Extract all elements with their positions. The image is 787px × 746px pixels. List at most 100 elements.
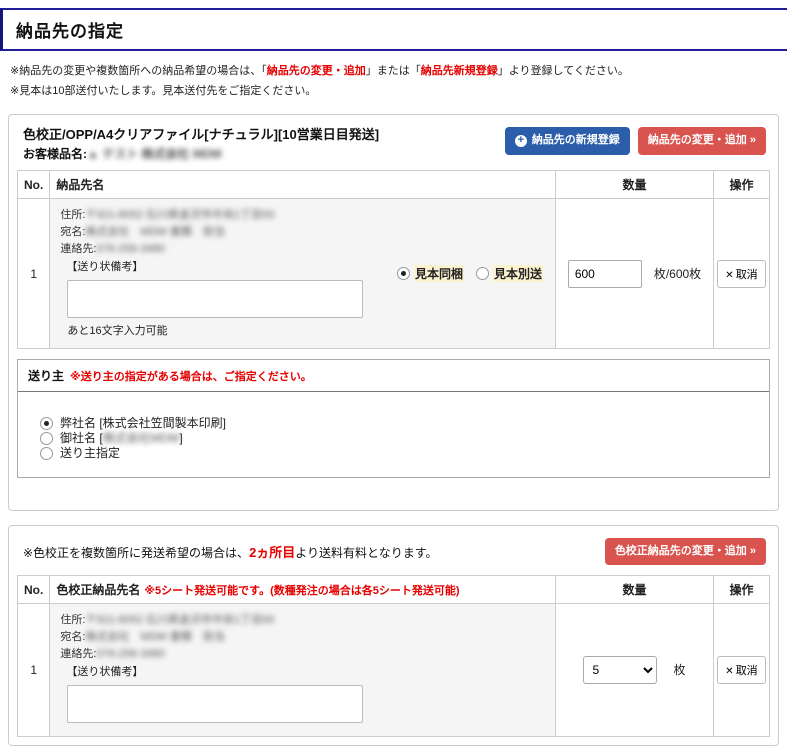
operation-cell: ✕取消: [714, 604, 770, 737]
sender-option-label: 御社名 [株式会社MDM]: [60, 431, 183, 446]
sender-option-text: 御社名 [: [60, 431, 103, 445]
sample-bundle-option[interactable]: 見本同梱: [397, 265, 464, 282]
new-delivery-register-button[interactable]: + 納品先の新規登録: [505, 127, 630, 155]
contact-label: 連絡先:: [60, 243, 96, 255]
proof-note-row: ※色校正を複数箇所に発送希望の場合は、2ヵ所目より送料有料となります。 色校正納…: [17, 534, 770, 575]
note-text: 」より登録してください。: [498, 65, 629, 77]
sender-option-our-company[interactable]: 弊社名 [株式会社笠間製本印刷]: [40, 416, 759, 431]
customer-name-line: お客様品名:▲ テスト 株式会社 MDM: [23, 145, 379, 162]
address-line: 住所:〒921-8052 石川県金沢市中央1丁目93: [60, 612, 549, 629]
header-destination-name: 納品先名: [50, 171, 556, 199]
contact-value: 076-256-3480: [96, 648, 165, 660]
sender-option-text: ]: [179, 431, 182, 445]
sender-option-label: 弊社名 [株式会社笠間製本印刷]: [60, 416, 226, 431]
address-value: 〒921-8052 石川県金沢市中央1丁目93: [85, 614, 274, 626]
page: 納品先の指定 ※納品先の変更や複数箇所への納品希望の場合は、「納品先の変更・追加…: [0, 8, 787, 746]
note-line-1: ※納品先の変更や複数箇所への納品希望の場合は、「納品先の変更・追加」または「納品…: [10, 61, 779, 81]
proof-destination-title: 色校正納品先名: [56, 583, 140, 597]
note-text: 」または「: [366, 65, 421, 77]
proof-note-text: ※色校正を複数箇所に発送希望の場合は、: [23, 546, 249, 560]
customer-name-label: お客様品名:: [23, 147, 87, 161]
x-icon: ✕: [725, 666, 733, 677]
radio-unchecked-icon[interactable]: [476, 267, 489, 280]
shipping-note-input[interactable]: [67, 280, 363, 318]
note-change-add-label: 納品先の変更・追加: [267, 65, 366, 77]
proof-table-header-row: No. 色校正納品先名※5シート発送可能です。(数種発注の場合は各5シート発送可…: [18, 576, 770, 604]
header-operation: 操作: [714, 576, 770, 604]
header-no: No.: [18, 171, 50, 199]
address-block: 住所:〒921-8052 石川県金沢市中央1丁目93 宛名:株式会社 MDM 書…: [60, 207, 397, 340]
cancel-button[interactable]: ✕取消: [717, 260, 765, 288]
sender-option-custom[interactable]: 送り主指定: [40, 446, 759, 461]
address-value: 〒921-8052 石川県金沢市中央1丁目93: [85, 209, 274, 221]
operation-cell: ✕取消: [714, 199, 770, 349]
sample-bundle-label: 見本同梱: [414, 265, 464, 282]
plus-circle-icon: +: [515, 135, 527, 147]
header-quantity: 数量: [556, 576, 714, 604]
quantity-cell: 枚/600枚: [556, 199, 714, 349]
recipient-value: 株式会社 MDM 書類 担当: [85, 631, 224, 643]
note-new-register-label: 納品先新規登録: [421, 65, 498, 77]
sender-option-label: 送り主指定: [60, 446, 120, 461]
proof-note-highlight: 2ヵ所目: [249, 545, 295, 560]
sender-option-your-company[interactable]: 御社名 [株式会社MDM]: [40, 431, 759, 446]
quantity-input[interactable]: [568, 260, 642, 288]
sender-note: ※送り主の指定がある場合は、ご指定ください。: [70, 371, 312, 383]
address-label: 住所:: [60, 209, 85, 221]
sender-company-value: 株式会社MDM: [103, 431, 180, 445]
proof-table-row: 1 住所:〒921-8052 石川県金沢市中央1丁目93 宛名:株式会社 MDM…: [18, 604, 770, 737]
sender-box: 送り主 ※送り主の指定がある場合は、ご指定ください。 弊社名 [株式会社笠間製本印…: [17, 359, 770, 478]
product-header: 色校正/OPP/A4クリアファイル[ナチュラル][10営業日目発送] お客様品名…: [17, 123, 770, 171]
delivery-table-header-row: No. 納品先名 数量 操作: [18, 171, 770, 199]
shipping-note-label: 【送り状備考】: [66, 664, 549, 681]
contact-line: 連絡先:076-256-3480: [60, 241, 397, 258]
contact-value: 076-256-3480: [96, 243, 165, 255]
header-quantity: 数量: [556, 171, 714, 199]
radio-checked-icon[interactable]: [397, 267, 410, 280]
header-buttons: + 納品先の新規登録 納品先の変更・追加 »: [505, 127, 766, 155]
quantity-unit: 枚/600枚: [654, 267, 701, 281]
product-info: 色校正/OPP/A4クリアファイル[ナチュラル][10営業日目発送] お客様品名…: [23, 125, 379, 163]
note-line-2: ※見本は10部送付いたします。見本送付先をご指定ください。: [10, 81, 779, 101]
sender-body: 弊社名 [株式会社笠間製本印刷] 御社名 [株式会社MDM] 送り主指定: [18, 392, 769, 477]
sample-shipping-options: 見本同梱 見本別送: [397, 265, 549, 282]
new-delivery-register-label: 納品先の新規登録: [532, 135, 620, 146]
proof-note: ※色校正を複数箇所に発送希望の場合は、2ヵ所目より送料有料となります。: [23, 542, 438, 561]
proof-destination-cell: 住所:〒921-8052 石川県金沢市中央1丁目93 宛名:株式会社 MDM 書…: [50, 604, 556, 737]
delivery-table-row: 1 住所:〒921-8052 石川県金沢市中央1丁目93 宛名:株式会社 MDM…: [18, 199, 770, 349]
header-operation: 操作: [714, 171, 770, 199]
shipping-note-input[interactable]: [67, 685, 363, 723]
delivery-table: No. 納品先名 数量 操作 1 住所:〒921-8052 石川県金沢市中央1丁…: [17, 170, 770, 349]
product-title: 色校正/OPP/A4クリアファイル[ナチュラル][10営業日目発送]: [23, 125, 379, 145]
cancel-label: 取消: [736, 665, 758, 677]
radio-unchecked-icon[interactable]: [40, 432, 53, 445]
address-label: 住所:: [60, 614, 85, 626]
destination-cell: 住所:〒921-8052 石川県金沢市中央1丁目93 宛名:株式会社 MDM 書…: [50, 199, 556, 349]
customer-name-value: ▲ テスト 株式会社 MDM: [87, 147, 222, 161]
sample-separate-option[interactable]: 見本別送: [476, 265, 543, 282]
page-title: 納品先の指定: [16, 17, 787, 42]
header-no: No.: [18, 576, 50, 604]
proof-quantity-cell: 5枚: [556, 604, 714, 737]
delivery-change-add-button[interactable]: 納品先の変更・追加 »: [638, 127, 766, 155]
proof-delivery-change-add-button[interactable]: 色校正納品先の変更・追加 »: [605, 538, 766, 565]
row-number: 1: [18, 199, 50, 349]
radio-checked-icon[interactable]: [40, 417, 53, 430]
contact-label: 連絡先:: [60, 648, 96, 660]
contact-line: 連絡先:076-256-3480: [60, 646, 549, 663]
address-line: 住所:〒921-8052 石川県金沢市中央1丁目93: [60, 207, 397, 224]
proof-note-text: より送料有料となります。: [295, 546, 437, 560]
sender-title: 送り主: [28, 369, 64, 383]
note-text: ※納品先の変更や複数箇所への納品希望の場合は、「: [10, 65, 267, 77]
sender-header: 送り主 ※送り主の指定がある場合は、ご指定ください。: [18, 360, 769, 392]
page-notes: ※納品先の変更や複数箇所への納品希望の場合は、「納品先の変更・追加」または「納品…: [0, 51, 787, 108]
cancel-button[interactable]: ✕取消: [717, 656, 765, 684]
recipient-label: 宛名:: [60, 631, 85, 643]
proof-delivery-table: No. 色校正納品先名※5シート発送可能です。(数種発注の場合は各5シート発送可…: [17, 575, 770, 737]
header-proof-destination-name: 色校正納品先名※5シート発送可能です。(数種発注の場合は各5シート発送可能): [50, 576, 556, 604]
cancel-label: 取消: [736, 269, 758, 281]
proof-quantity-select[interactable]: 5: [583, 656, 657, 684]
recipient-line: 宛名:株式会社 MDM 書類 担当: [60, 224, 397, 241]
radio-unchecked-icon[interactable]: [40, 447, 53, 460]
address-block: 住所:〒921-8052 石川県金沢市中央1丁目93 宛名:株式会社 MDM 書…: [60, 612, 549, 728]
